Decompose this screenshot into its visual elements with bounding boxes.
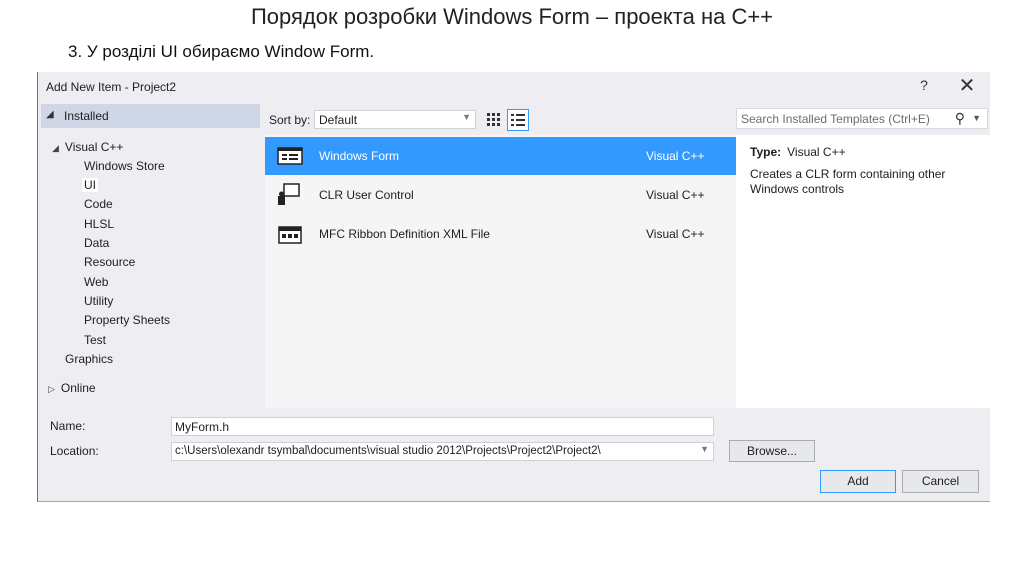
template-name: MFC Ribbon Definition XML File [319, 227, 490, 241]
sort-by-value: Default [319, 113, 358, 127]
ribbon-icon [275, 221, 305, 247]
tree-node-ui[interactable]: UI [82, 178, 98, 192]
tree-node-test[interactable]: Test [84, 333, 106, 347]
grid-view-icon[interactable] [484, 109, 504, 130]
template-item-clr-user-control[interactable]: CLR User Control Visual C++ [265, 176, 737, 214]
collapse-arrow-icon[interactable]: ◢ [46, 109, 54, 120]
tree-node-label: Online [60, 381, 96, 395]
tree-node-utility[interactable]: Utility [84, 294, 113, 308]
help-button[interactable]: ? [916, 77, 932, 97]
tree-node-graphics[interactable]: Graphics [65, 352, 113, 366]
template-name: Windows Form [319, 149, 400, 163]
chevron-down-icon[interactable]: ▼ [972, 113, 981, 123]
dialog-title: Add New Item - Project2 [46, 80, 177, 94]
template-item-windows-form[interactable]: Windows Form Visual C++ [265, 137, 737, 175]
slide-title: Порядок розробки Windows Form – проекта … [250, 4, 774, 29]
search-icon[interactable]: ⚲ [955, 110, 965, 127]
template-details-pane: Type: Visual C++ Creates a CLR form conta… [736, 135, 991, 408]
tree-node-data[interactable]: Data [84, 236, 109, 250]
tree-node-code[interactable]: Code [84, 197, 113, 211]
tree-node-online[interactable]: ▷ Online [48, 381, 96, 395]
template-type: Type: Visual C++ [750, 145, 846, 159]
tree-node-resource[interactable]: Resource [84, 255, 135, 269]
chevron-down-icon[interactable]: ▼ [700, 444, 709, 454]
close-button[interactable]: ✕ [956, 75, 978, 99]
user-control-icon [275, 182, 305, 208]
tree-node-label: Visual C++ [64, 140, 124, 154]
windows-form-icon [275, 143, 305, 169]
type-label: Type: [750, 145, 782, 159]
location-input[interactable]: c:\Users\olexandr tsymbal\documents\visu… [171, 442, 714, 461]
sort-by-select[interactable]: Default ▼ [314, 110, 476, 129]
location-label: Location: [50, 444, 99, 458]
tree-node-visual-cpp[interactable]: ◢ Visual C++ [52, 140, 123, 154]
tree-node-hlsl[interactable]: HLSL [84, 217, 114, 231]
search-input[interactable]: Search Installed Templates (Ctrl+E) ⚲ ▼ [736, 108, 988, 129]
template-language: Visual C++ [646, 227, 705, 241]
tree-node-windows-store[interactable]: Windows Store [84, 159, 165, 173]
template-item-mfc-ribbon[interactable]: MFC Ribbon Definition XML File Visual C+… [265, 215, 737, 253]
expand-arrow-icon[interactable]: ▷ [48, 384, 55, 394]
collapse-arrow-icon[interactable]: ◢ [52, 143, 59, 153]
tree-node-property-sheets[interactable]: Property Sheets [84, 313, 170, 327]
list-view-icon[interactable] [507, 109, 529, 131]
category-tree: ◢ Installed ◢ Visual C++ Windows Store UI… [38, 102, 260, 408]
sort-by-label: Sort by: [269, 113, 311, 127]
tree-node-installed[interactable]: ◢ Installed [41, 104, 260, 128]
template-language: Visual C++ [646, 149, 705, 163]
cancel-button[interactable]: Cancel [902, 470, 979, 493]
slide-subtitle: 3. У розділі UI обираємо Window Form. [68, 42, 375, 61]
browse-button[interactable]: Browse... [729, 440, 815, 462]
chevron-down-icon: ▼ [462, 112, 471, 122]
tree-node-label: Installed [64, 109, 109, 123]
add-new-item-dialog: Add New Item - Project2 ? ✕ ◢ Installed … [37, 72, 991, 502]
tree-node-web[interactable]: Web [84, 275, 108, 289]
name-label: Name: [50, 419, 86, 433]
dialog-titlebar: Add New Item - Project2 ? ✕ [38, 72, 991, 102]
template-language: Visual C++ [646, 188, 705, 202]
template-name: CLR User Control [319, 188, 414, 202]
location-value: c:\Users\olexandr tsymbal\documents\visu… [175, 445, 601, 457]
template-description: Creates a CLR form containing other Wind… [750, 167, 946, 196]
search-placeholder: Search Installed Templates (Ctrl+E) [741, 112, 930, 126]
type-value: Visual C++ [787, 145, 846, 159]
template-list: Windows Form Visual C++ CLR User Control… [265, 135, 737, 408]
add-button[interactable]: Add [820, 470, 896, 493]
name-input[interactable]: MyForm.h [171, 417, 714, 436]
